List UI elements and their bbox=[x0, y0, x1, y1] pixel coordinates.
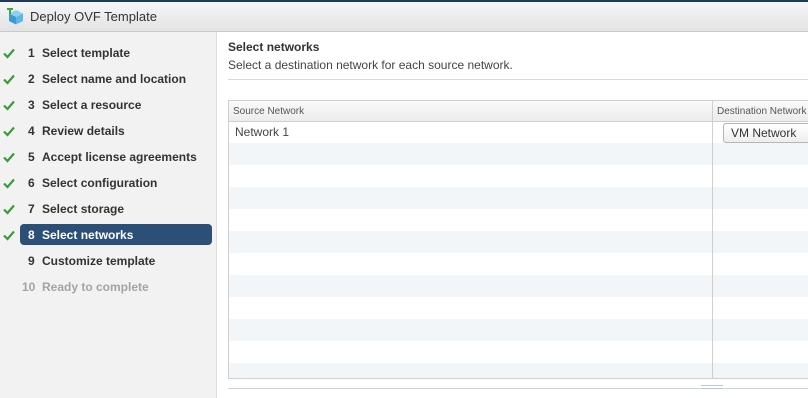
step-select-a-resource[interactable]: 3 Select a resource bbox=[20, 94, 212, 115]
column-header-source-network[interactable]: Source Network bbox=[233, 106, 304, 117]
wizard-steps-sidebar: 1 Select template 2 Select name and loca… bbox=[0, 32, 217, 398]
step-number: 8 bbox=[28, 227, 35, 242]
checkmark-icon bbox=[3, 178, 15, 189]
step-number: 3 bbox=[28, 97, 35, 112]
network-mapping-table: Network 1 VM Network Source Network Dest… bbox=[228, 100, 808, 379]
table-row[interactable]: Network 1 VM Network bbox=[229, 121, 808, 143]
checkmark-icon bbox=[3, 74, 15, 85]
table-row bbox=[229, 275, 808, 297]
destination-network-dropdown[interactable]: VM Network bbox=[723, 123, 808, 143]
table-row bbox=[229, 209, 808, 231]
step-number: 6 bbox=[28, 175, 35, 190]
step-select-template[interactable]: 1 Select template bbox=[20, 42, 212, 63]
page-title: Select networks bbox=[228, 40, 320, 54]
step-label: Select storage bbox=[42, 201, 125, 216]
step-label: Select name and location bbox=[42, 71, 187, 86]
step-review-details[interactable]: 4 Review details bbox=[20, 120, 212, 141]
step-label: Select a resource bbox=[42, 97, 142, 112]
step-select-storage[interactable]: 7 Select storage bbox=[20, 198, 212, 219]
step-select-name-and-location[interactable]: 2 Select name and location bbox=[20, 68, 212, 89]
checkmark-icon bbox=[3, 230, 15, 241]
column-header-destination-network[interactable]: Destination Network bbox=[717, 106, 806, 117]
table-row bbox=[229, 143, 808, 165]
ovf-template-icon bbox=[7, 7, 23, 24]
table-row bbox=[229, 231, 808, 253]
window-title: Deploy OVF Template bbox=[30, 9, 157, 24]
table-row bbox=[229, 165, 808, 187]
title-bar: Deploy OVF Template bbox=[0, 0, 808, 32]
step-label: Select template bbox=[42, 45, 131, 60]
step-select-networks[interactable]: 8 Select networks bbox=[20, 224, 212, 245]
step-ready-to-complete: 10 Ready to complete bbox=[20, 276, 212, 297]
source-network-cell: Network 1 bbox=[235, 125, 290, 139]
step-customize-template[interactable]: 9 Customize template bbox=[20, 250, 212, 271]
checkmark-icon bbox=[3, 48, 15, 59]
table-row bbox=[229, 297, 808, 319]
step-number: 9 bbox=[28, 253, 35, 268]
step-number: 1 bbox=[28, 45, 35, 60]
step-number: 10 bbox=[22, 279, 36, 294]
step-number: 5 bbox=[28, 149, 35, 164]
step-label: Ready to complete bbox=[42, 279, 149, 294]
resize-grip-icon[interactable] bbox=[701, 385, 723, 391]
step-label: Accept license agreements bbox=[42, 149, 197, 164]
table-row bbox=[229, 363, 808, 378]
step-number: 2 bbox=[28, 71, 35, 86]
table-header: Source Network Destination Network bbox=[229, 101, 808, 122]
step-label: Select configuration bbox=[42, 175, 158, 190]
main-panel: Select networks Select a destination net… bbox=[217, 32, 808, 398]
step-number: 4 bbox=[28, 123, 35, 138]
checkmark-icon bbox=[3, 204, 15, 215]
page-subtitle: Select a destination network for each so… bbox=[228, 58, 513, 72]
table-row bbox=[229, 319, 808, 341]
column-divider[interactable] bbox=[712, 101, 713, 378]
step-label: Customize template bbox=[42, 253, 156, 268]
checkmark-icon bbox=[3, 100, 15, 111]
table-row bbox=[229, 187, 808, 209]
step-accept-license-agreements[interactable]: 5 Accept license agreements bbox=[20, 146, 212, 167]
table-row bbox=[229, 253, 808, 275]
header-divider bbox=[228, 79, 808, 80]
step-number: 7 bbox=[28, 201, 35, 216]
table-row bbox=[229, 341, 808, 363]
step-select-configuration[interactable]: 6 Select configuration bbox=[20, 172, 212, 193]
checkmark-icon bbox=[3, 126, 15, 137]
checkmark-icon bbox=[3, 152, 15, 163]
step-label: Select networks bbox=[42, 227, 134, 242]
step-label: Review details bbox=[42, 123, 125, 138]
